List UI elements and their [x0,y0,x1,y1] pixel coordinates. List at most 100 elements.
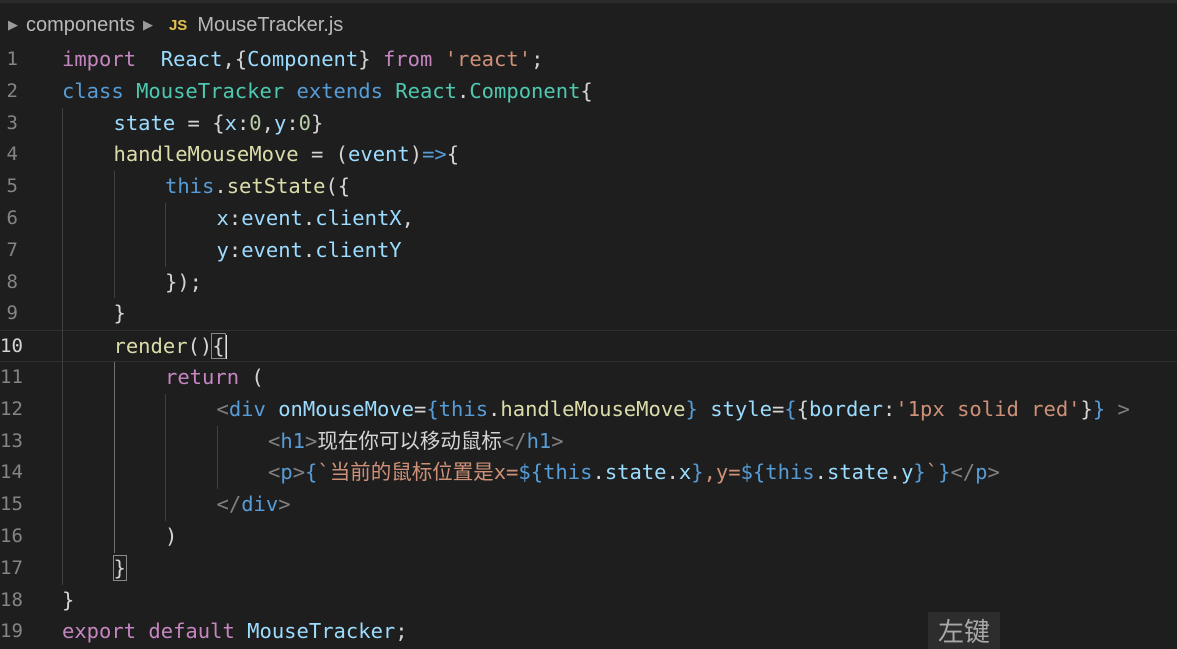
code-line[interactable]: 8}); [0,267,1177,299]
chevron-right-icon[interactable]: ▶ [143,17,153,33]
code-token: { [426,396,439,421]
code-token: : [228,206,242,230]
code-token: 现在你可以移动鼠标 [317,428,502,453]
code-token: style [710,396,772,421]
code-line[interactable]: 15 </div> [0,489,1177,521]
code-token: default [148,619,235,644]
code-token: this [543,460,593,485]
code-token: MouseTracker [136,78,285,103]
code-token: = [771,396,785,421]
code-token: handleMouseMove [113,142,299,167]
code-text: <h1>现在你可以移动鼠标</h1> [268,426,564,458]
code-token: : [236,110,250,135]
code-line[interactable]: 3 state = {x:0,y:0} [0,108,1177,140]
text-cursor [224,335,227,360]
line-number: 14 [0,461,23,484]
code-token: > [987,460,1000,485]
code-token: clientX [315,206,402,230]
indent-guide [62,107,63,585]
code-text: } [62,585,74,617]
code-token: > [292,460,306,485]
code-token: ,{ [222,47,248,71]
breadcrumb-folder[interactable]: components [26,14,135,37]
code-line[interactable]: 11 return ( [0,362,1177,394]
code-token: </ [950,460,976,485]
code-line[interactable]: 9} [0,298,1177,330]
code-line[interactable]: 18} [0,585,1177,617]
code-token: ; [531,47,544,71]
code-token: p [975,460,988,485]
code-token: , [401,206,414,230]
code-line[interactable]: 17} [0,553,1177,585]
code-token: Component [469,78,581,103]
code-line[interactable]: 16) [0,521,1177,553]
code-token: . [888,460,902,485]
code-line[interactable]: 2 class MouseTracker extends React.Compon… [0,76,1177,108]
code-token: ) [165,524,178,548]
code-token: React [395,78,457,103]
code-token: h1 [526,428,552,453]
code-text: }); [165,267,202,299]
code-token: { [784,396,797,421]
chevron-right-icon[interactable]: ▶ [8,17,18,33]
code-token: = [413,396,427,421]
code-token: state [827,460,889,485]
code-line[interactable]: 12 <div onMouseMove={this.handleMouseMove… [0,394,1177,426]
code-token: . [214,174,227,199]
line-number: 11 [0,366,23,388]
code-token: { [211,333,226,360]
line-number: 17 [0,556,23,579]
code-token: , [261,110,274,135]
code-token: x [678,460,692,485]
code-token: render [113,334,188,359]
code-token: : [286,110,299,135]
code-token: 'react' [444,47,532,71]
code-token: } [112,554,127,581]
code-token: div [228,396,266,421]
code-token: handleMouseMove [500,396,686,421]
code-token: import [62,47,137,71]
code-token: < [216,396,229,421]
code-line[interactable]: 10 render(){ [0,330,1177,362]
breadcrumb-file[interactable]: MouseTracker.js [197,14,343,37]
code-token: ( [239,365,264,389]
code-line[interactable]: 4 handleMouseMove = (event)=>{ [0,139,1177,171]
code-token: = ( [298,142,349,167]
code-line[interactable]: 14 <p>{`当前的鼠标位置是x=${this.state.x},y=${thi… [0,457,1177,489]
code-token: event [348,142,410,167]
code-token: < [268,428,281,453]
code-token: event [241,206,303,230]
code-editor[interactable]: 1 import React,{Component} from 'react'; 2… [0,44,1177,649]
code-token: return [165,365,240,389]
code-line[interactable]: 6 x:event.clientX, [0,203,1177,235]
code-text: ) [165,521,177,553]
line-number: 8 [6,270,18,293]
code-token: > [278,492,291,517]
code-line[interactable]: 5 this.setState({ [0,171,1177,203]
code-line[interactable]: 13 <h1>现在你可以移动鼠标</h1> [0,426,1177,458]
code-token: . [302,237,316,262]
code-token: < [268,460,281,485]
code-line[interactable]: 19 export default MouseTracker; [0,616,1177,648]
code-token: : [883,396,896,421]
code-token: extends [296,78,383,103]
code-line[interactable]: 7 y:event.clientY [0,235,1177,267]
code-token: state [113,110,176,135]
code-token: y [216,237,229,262]
code-token: { [580,78,593,103]
code-token: . [592,460,605,485]
code-token: border [808,396,884,421]
code-token: > [551,428,564,453]
code-token: } [691,460,704,485]
line-number: 6 [6,207,18,229]
code-line[interactable]: 1 import React,{Component} from 'react'; [0,44,1177,76]
code-text: handleMouseMove = (event)=>{ [114,139,460,171]
code-token: } [685,396,698,421]
code-token: ` [925,460,939,485]
code-token: } [1080,396,1093,421]
